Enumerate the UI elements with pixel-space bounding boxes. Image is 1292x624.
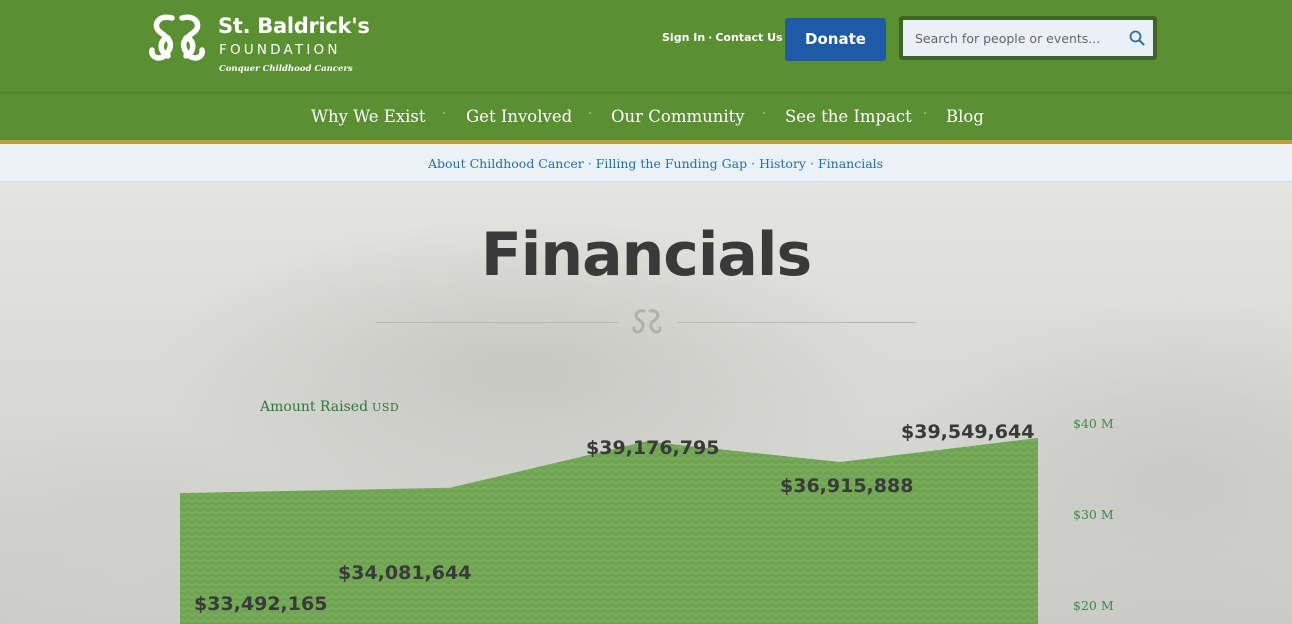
value-label: $39,176,795 (586, 437, 720, 459)
y-tick-label: $40 M (1073, 416, 1114, 431)
chart-title: Amount Raised USD (260, 399, 399, 415)
y-tick-label: $30 M (1073, 507, 1114, 522)
amount-raised-chart (180, 438, 1038, 624)
value-label: $39,549,644 (901, 421, 1035, 443)
y-tick-label: $20 M (1073, 598, 1114, 613)
value-label: $33,492,165 (194, 593, 328, 615)
value-label: $34,081,644 (338, 562, 472, 584)
chart-title-text: Amount Raised (260, 399, 369, 415)
value-label: $36,915,888 (780, 475, 914, 497)
chart-unit: USD (372, 401, 400, 414)
